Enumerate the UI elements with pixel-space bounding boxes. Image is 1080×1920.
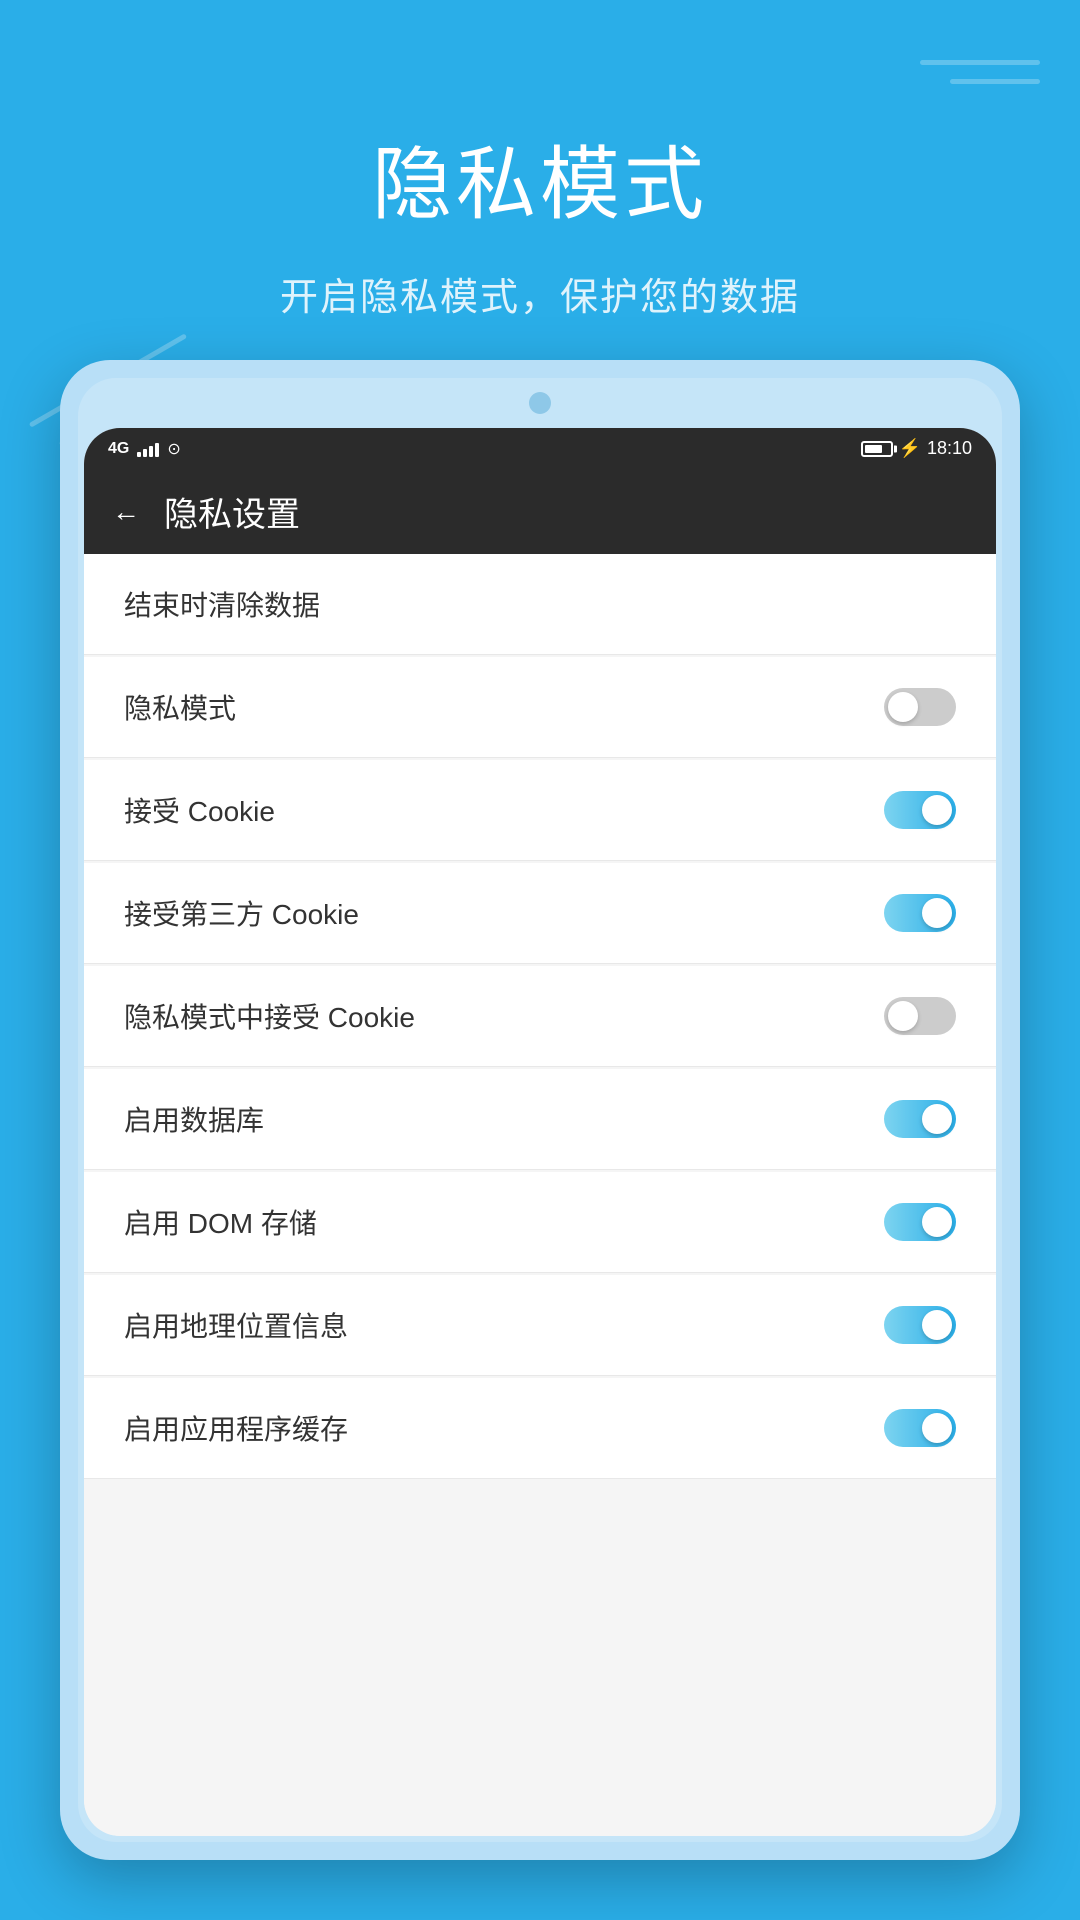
setting-label-enable-dom: 启用 DOM 存储: [124, 1202, 317, 1242]
setting-label-accept-third-cookie: 接受第三方 Cookie: [124, 893, 359, 933]
toggle-accept-cookie[interactable]: [884, 791, 956, 829]
setting-item-privacy-cookie[interactable]: 隐私模式中接受 Cookie: [84, 966, 996, 1067]
setting-item-clear-on-exit[interactable]: 结束时清除数据: [84, 554, 996, 655]
setting-item-enable-geo[interactable]: 启用地理位置信息: [84, 1275, 996, 1376]
toggle-knob-enable-db: [922, 1104, 952, 1134]
battery-icon: [861, 441, 893, 457]
charging-icon: ⚡: [899, 438, 921, 459]
toggle-enable-geo[interactable]: [884, 1306, 956, 1344]
phone-mockup: 4G ⊙ ⚡ 18:10 ← 隐私设置: [60, 360, 1020, 1860]
phone-inner: 4G ⊙ ⚡ 18:10 ← 隐私设置: [78, 378, 1002, 1842]
setting-label-clear-on-exit: 结束时清除数据: [124, 584, 320, 624]
wifi-icon: ⊙: [167, 439, 180, 459]
nav-bar: ← 隐私设置: [84, 469, 996, 554]
setting-label-privacy-cookie: 隐私模式中接受 Cookie: [124, 996, 415, 1036]
status-left: 4G ⊙: [108, 439, 181, 459]
phone-screen: 4G ⊙ ⚡ 18:10 ← 隐私设置: [84, 428, 996, 1836]
toggle-knob-accept-third-cookie: [922, 898, 952, 928]
page-subtitle: 开启隐私模式，保护您的数据: [0, 266, 1080, 321]
settings-list: 结束时清除数据 隐私模式 接受 Cookie 接受第三方 Cookie: [84, 554, 996, 1836]
setting-label-enable-db: 启用数据库: [124, 1099, 264, 1139]
setting-item-enable-appcache[interactable]: 启用应用程序缓存: [84, 1378, 996, 1479]
setting-label-accept-cookie: 接受 Cookie: [124, 790, 275, 830]
toggle-knob-enable-dom: [922, 1207, 952, 1237]
toggle-knob-accept-cookie: [922, 795, 952, 825]
time-display: 18:10: [927, 438, 972, 459]
setting-item-accept-third-cookie[interactable]: 接受第三方 Cookie: [84, 863, 996, 964]
setting-item-accept-cookie[interactable]: 接受 Cookie: [84, 760, 996, 861]
back-button[interactable]: ←: [112, 496, 140, 528]
toggle-enable-appcache[interactable]: [884, 1409, 956, 1447]
setting-label-privacy-mode: 隐私模式: [124, 687, 236, 727]
phone-camera: [529, 392, 551, 414]
status-right: ⚡ 18:10: [861, 438, 972, 459]
network-type: 4G: [108, 440, 129, 458]
setting-label-enable-appcache: 启用应用程序缓存: [124, 1408, 348, 1448]
toggle-enable-dom[interactable]: [884, 1203, 956, 1241]
battery-fill: [865, 445, 882, 453]
toggle-privacy-mode[interactable]: [884, 688, 956, 726]
toggle-knob-enable-appcache: [922, 1413, 952, 1443]
setting-item-enable-db[interactable]: 启用数据库: [84, 1069, 996, 1170]
toggle-accept-third-cookie[interactable]: [884, 894, 956, 932]
toggle-privacy-cookie[interactable]: [884, 997, 956, 1035]
page-header: 隐私模式 开启隐私模式，保护您的数据: [0, 0, 1080, 321]
toggle-knob-privacy-cookie: [888, 1001, 918, 1031]
toggle-enable-db[interactable]: [884, 1100, 956, 1138]
toggle-knob-privacy-mode: [888, 692, 918, 722]
setting-item-privacy-mode[interactable]: 隐私模式: [84, 657, 996, 758]
nav-title: 隐私设置: [164, 487, 300, 536]
toggle-knob-enable-geo: [922, 1310, 952, 1340]
setting-item-enable-dom[interactable]: 启用 DOM 存储: [84, 1172, 996, 1273]
signal-icon: [137, 441, 159, 457]
setting-label-enable-geo: 启用地理位置信息: [124, 1305, 348, 1345]
status-bar: 4G ⊙ ⚡ 18:10: [84, 428, 996, 469]
page-title: 隐私模式: [0, 120, 1080, 236]
